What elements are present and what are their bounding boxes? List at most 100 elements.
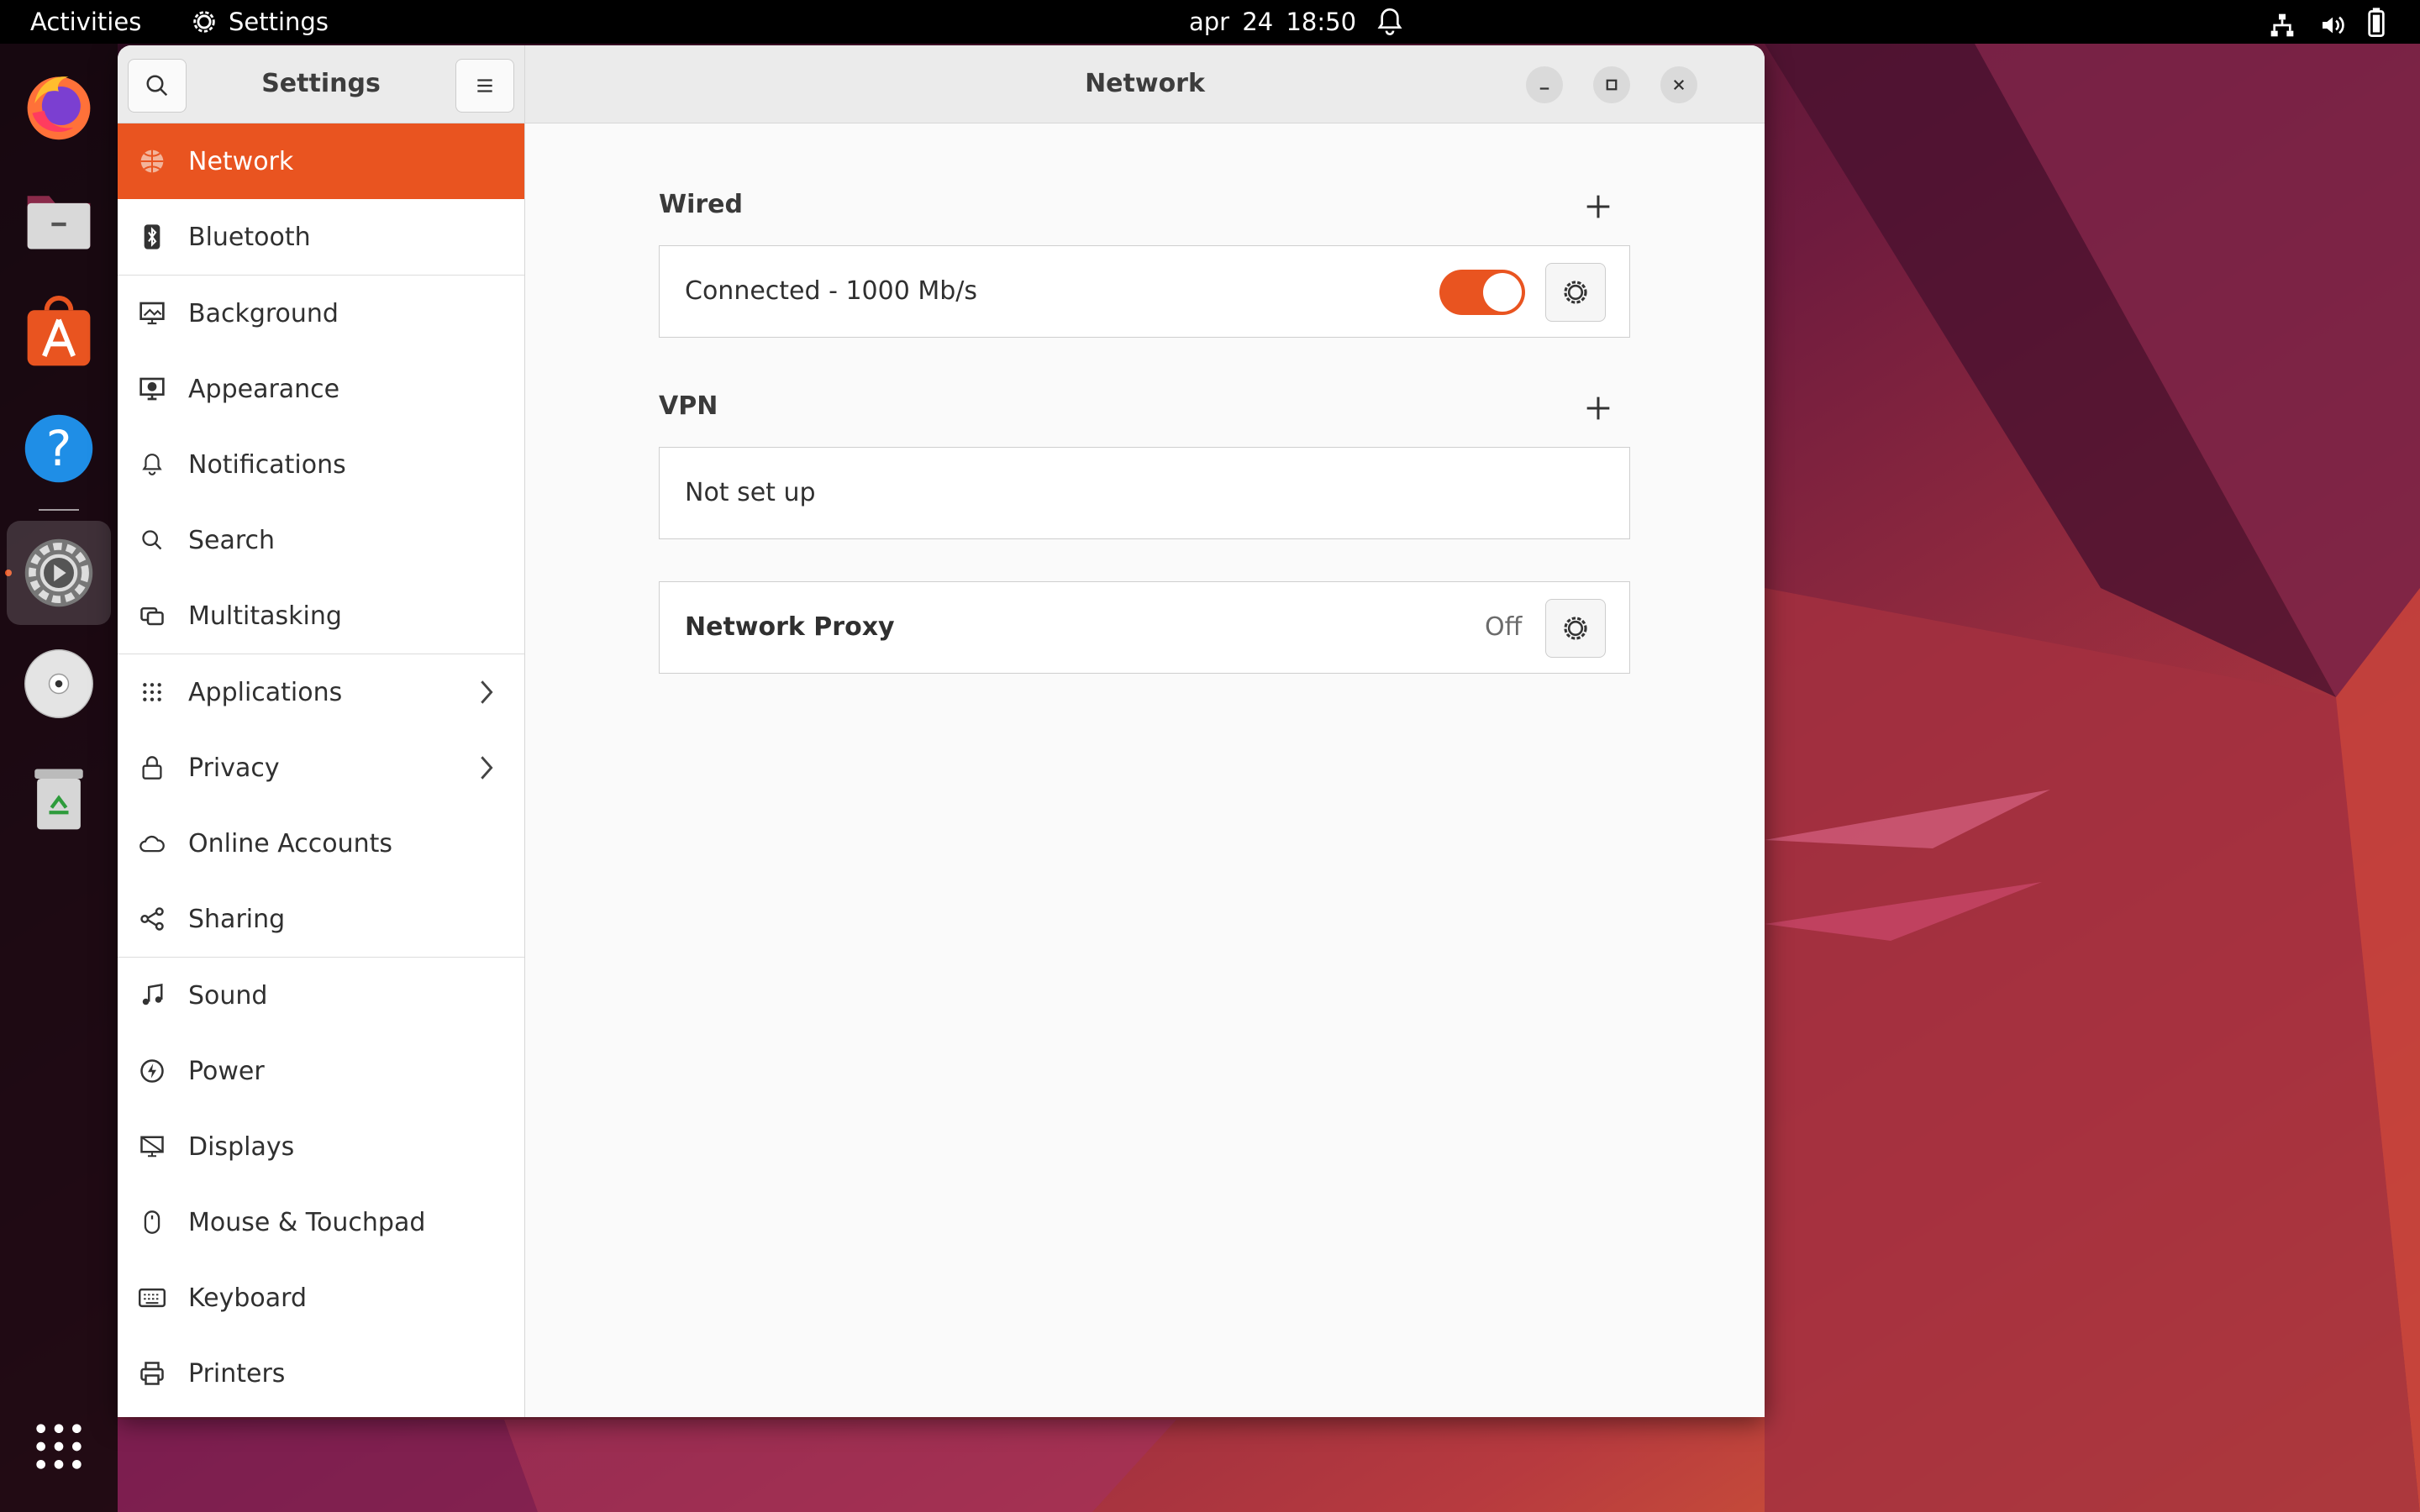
page-title: Network — [1085, 69, 1205, 98]
sidebar-item-background[interactable]: Background — [118, 276, 524, 351]
gear-icon — [1564, 617, 1587, 640]
sidebar-item-power[interactable]: Power — [118, 1033, 524, 1109]
files-icon[interactable] — [17, 178, 101, 262]
search-icon — [138, 526, 166, 554]
sidebar-item-label: Privacy — [188, 753, 280, 783]
close-icon — [1673, 79, 1685, 91]
sidebar-item-label: Notifications — [188, 449, 346, 480]
music-note-icon — [138, 981, 166, 1010]
network-proxy-row[interactable]: Network Proxy Off — [659, 581, 1630, 674]
sidebar-item-search[interactable]: Search — [118, 502, 524, 578]
wired-connection-status: Connected - 1000 Mb/s — [685, 276, 977, 306]
sidebar-item-label: Sharing — [188, 904, 286, 934]
lock-icon — [138, 753, 166, 782]
mouse-icon — [138, 1208, 166, 1236]
bluetooth-icon — [138, 223, 166, 251]
sidebar-item-mouse-touchpad[interactable]: Mouse & Touchpad — [118, 1184, 524, 1260]
sidebar-item-online-accounts[interactable]: Online Accounts — [118, 806, 524, 881]
help-icon[interactable]: ? — [17, 407, 101, 491]
clock[interactable]: apr 24 18:50 — [1189, 0, 1356, 44]
sidebar-item-label: Applications — [188, 677, 343, 707]
sidebar-header: Settings — [118, 45, 525, 123]
hamburger-icon — [477, 79, 492, 92]
sidebar-item-label: Displays — [188, 1131, 295, 1162]
sidebar-item-keyboard[interactable]: Keyboard — [118, 1260, 524, 1336]
sidebar-item-label: Search — [188, 525, 276, 555]
switch-knob — [1483, 273, 1522, 312]
svg-text:?: ? — [46, 421, 72, 477]
app-menu-label: Settings — [229, 8, 329, 36]
sidebar-item-label: Power — [188, 1056, 265, 1086]
display-icon — [138, 1132, 166, 1161]
network-proxy-settings-button[interactable] — [1545, 599, 1606, 658]
chevron-right-icon — [481, 680, 493, 704]
minimize-button[interactable] — [1526, 66, 1563, 103]
main-header: Network — [525, 45, 1765, 123]
sidebar-item-applications[interactable]: Applications — [118, 654, 524, 730]
trash-icon[interactable] — [17, 756, 101, 840]
network-icon — [138, 147, 166, 176]
dock-separator — [39, 509, 79, 511]
battery-icon[interactable] — [2366, 7, 2386, 37]
sidebar-item-label: Online Accounts — [188, 828, 393, 858]
add-wired-connection-button[interactable] — [1581, 190, 1615, 223]
sidebar-item-label: Appearance — [188, 374, 340, 404]
notification-bell-icon[interactable] — [1376, 7, 1403, 37]
sidebar-item-multitasking[interactable]: Multitasking — [118, 578, 524, 654]
network-proxy-state: Off — [1485, 612, 1523, 642]
wired-toggle-switch[interactable] — [1439, 270, 1525, 315]
maximize-button[interactable] — [1593, 66, 1630, 103]
add-vpn-button[interactable] — [1581, 391, 1615, 425]
sidebar-item-sharing[interactable]: Sharing — [118, 881, 524, 957]
sidebar-item-notifications[interactable]: Notifications — [118, 427, 524, 502]
close-button[interactable] — [1660, 66, 1697, 103]
app-menu[interactable]: Settings — [190, 0, 329, 44]
vpn-row: Not set up — [659, 447, 1630, 539]
settings-icon[interactable] — [7, 521, 111, 625]
sidebar-item-network[interactable]: Network — [118, 123, 524, 199]
volume-icon[interactable] — [2319, 8, 2346, 35]
keyboard-icon — [138, 1284, 166, 1312]
sidebar-item-label: Network — [188, 146, 294, 176]
share-icon — [138, 905, 166, 933]
sidebar-item-sound[interactable]: Sound — [118, 958, 524, 1033]
firefox-icon[interactable] — [17, 64, 101, 148]
app-grid-icon[interactable] — [17, 1404, 101, 1488]
sidebar-item-label: Bluetooth — [188, 222, 311, 252]
main-menu-button[interactable] — [455, 59, 514, 113]
applications-icon — [138, 678, 166, 706]
wired-connection-row: Connected - 1000 Mb/s — [659, 245, 1630, 338]
settings-window: Settings Network Network Bluetooth Backg… — [118, 45, 1765, 1417]
maximize-icon — [1606, 79, 1618, 91]
sidebar-item-privacy[interactable]: Privacy — [118, 730, 524, 806]
power-icon — [138, 1057, 166, 1085]
wired-network-icon[interactable] — [2269, 8, 2296, 37]
top-bar: Activities Settings apr 24 18:50 — [0, 0, 2420, 44]
sidebar-item-label: Keyboard — [188, 1283, 308, 1313]
sidebar: Network Bluetooth Background Appearance … — [118, 123, 525, 1417]
bell-icon — [138, 450, 166, 479]
sidebar-item-displays[interactable]: Displays — [118, 1109, 524, 1184]
sidebar-item-label: Printers — [188, 1358, 286, 1389]
wired-settings-button[interactable] — [1545, 263, 1606, 322]
network-proxy-label: Network Proxy — [685, 612, 895, 642]
multitasking-icon — [138, 601, 166, 630]
sidebar-item-label: Mouse & Touchpad — [188, 1207, 426, 1237]
gear-icon — [1564, 281, 1587, 304]
dock: ? — [0, 44, 118, 1512]
background-icon — [138, 299, 166, 328]
sidebar-item-printers[interactable]: Printers — [118, 1336, 524, 1411]
sidebar-item-label: Background — [188, 298, 339, 328]
appearance-icon — [138, 375, 166, 403]
sidebar-item-appearance[interactable]: Appearance — [118, 351, 524, 427]
gear-icon — [193, 11, 215, 33]
cloud-icon — [138, 829, 166, 858]
sidebar-item-bluetooth[interactable]: Bluetooth — [118, 199, 524, 275]
activities-button[interactable]: Activities — [30, 0, 141, 44]
minimize-icon — [1539, 87, 1549, 90]
chevron-right-icon — [481, 756, 493, 780]
sidebar-item-label: Sound — [188, 980, 268, 1011]
disc-icon[interactable] — [17, 642, 101, 726]
wired-section-title: Wired — [659, 190, 743, 219]
software-icon[interactable] — [17, 292, 101, 376]
